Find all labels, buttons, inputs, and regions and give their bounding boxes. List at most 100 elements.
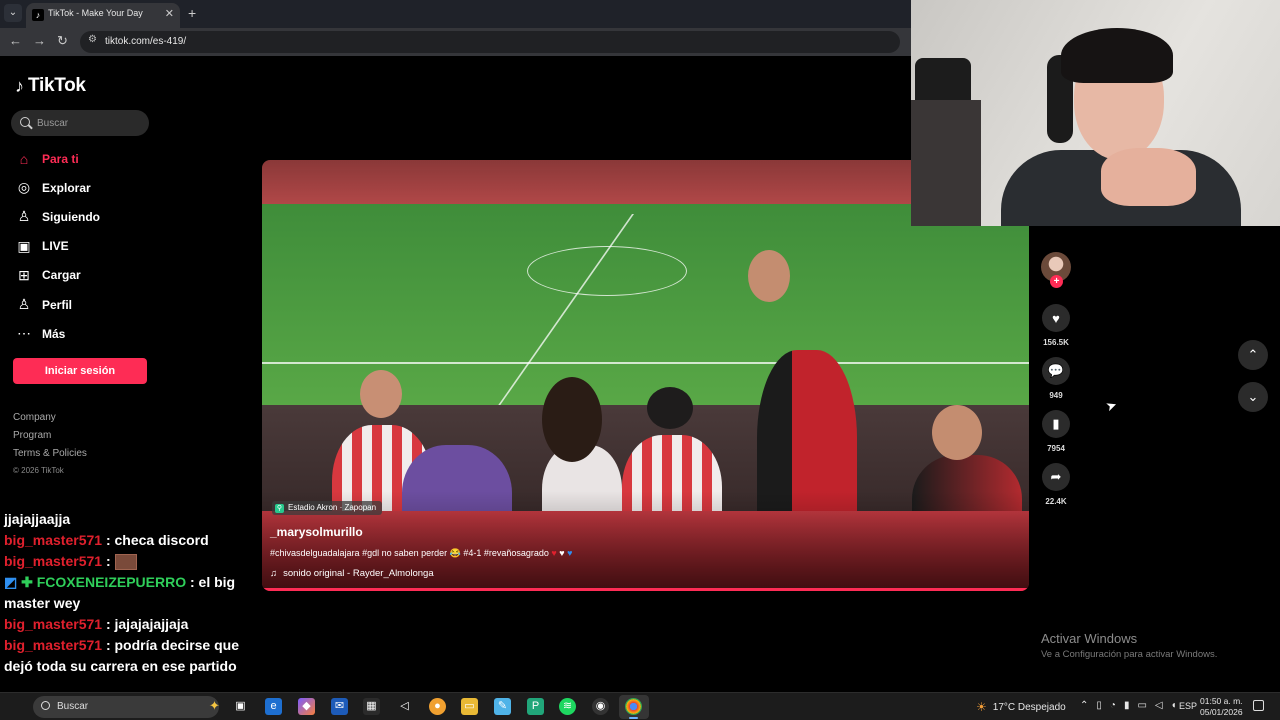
following-icon: ♙ [17, 208, 31, 225]
chat-username: big_master571 [4, 616, 103, 632]
blue-heart-icon: ♥ [567, 548, 573, 558]
comment-action: 💬 949 [1040, 357, 1072, 403]
sidebar-item-cargar[interactable]: ⊞ Cargar [15, 261, 235, 290]
sidebar-item-label: Más [42, 326, 66, 341]
sidebar-item-label: Perfil [42, 297, 73, 312]
search-input[interactable] [37, 114, 145, 132]
video-progress-bar[interactable] [262, 588, 1029, 591]
tab-list-button[interactable]: ⌄ [4, 4, 22, 22]
home-icon: ⌂ [19, 150, 29, 167]
sidebar-item-label: Explorar [42, 180, 91, 195]
obs-icon[interactable]: ◉ [592, 698, 609, 715]
chat-message: ◩ ✚ FCOXENEIZEPUERRO : el big master wey [4, 572, 254, 614]
sidebar-item-label: Siguiendo [42, 209, 100, 224]
weather-widget[interactable]: ☀ 17°C Despejado [976, 700, 1066, 714]
previous-video-chevron-up-icon[interactable]: ⌃ [1238, 340, 1268, 370]
volume-icon[interactable]: ◁ [1155, 700, 1163, 711]
like-count: 156.5K [1043, 338, 1069, 347]
chat-text: : [105, 553, 115, 569]
search-box[interactable] [11, 110, 149, 136]
fan-hair [542, 377, 602, 462]
chrome-icon[interactable] [625, 698, 642, 719]
back-icon[interactable]: ← [9, 33, 22, 48]
location-tag[interactable]: ⚲ Estadio Akron · Zapopan [272, 501, 383, 515]
pycharm-icon[interactable]: P [527, 698, 544, 715]
system-tray: ⌃ ▯ ◔ ▮ ▭ ◁ ◖ [1080, 700, 1177, 711]
windows-activation-watermark: Activar Windows Ve a Configuración para … [1041, 631, 1217, 660]
sidebar-item-siguiendo[interactable]: ♙ Siguiendo [15, 202, 235, 231]
chat-message: big_master571 : jajajajajjaja [4, 614, 254, 635]
sidebar-item-mas[interactable]: ⋯ Más [15, 319, 235, 348]
sound-icon[interactable]: ◖ [1171, 700, 1177, 711]
follow-plus-icon[interactable]: + [1050, 275, 1063, 288]
bookmark-icon[interactable]: ▮ [1042, 410, 1070, 438]
sidebar-item-live[interactable]: ▣ LIVE [15, 232, 235, 261]
close-tab-icon[interactable]: ✕ [165, 7, 174, 20]
site-info-icon[interactable]: ⚙ [88, 34, 97, 45]
fan-head [932, 405, 982, 460]
caption-text: #chivasdelguadalajara #gdl no saben perd… [270, 548, 549, 558]
tiktok-note-icon: ♪ [15, 75, 24, 96]
show-hidden-icons-chevron-icon[interactable]: ⌃ [1080, 700, 1088, 711]
location-pin-icon: ⚲ [275, 503, 284, 513]
tiktok-favicon-icon: ♪ [32, 9, 44, 21]
language-indicator[interactable]: ESP [1179, 701, 1197, 711]
taskbar-search-label: Buscar [57, 701, 89, 712]
location-text: Estadio Akron · Zapopan [288, 503, 377, 512]
fan-head [748, 250, 790, 302]
store-icon[interactable]: ▦ [363, 698, 380, 715]
battery-icon[interactable]: ▯ [1096, 700, 1102, 711]
file-explorer-icon[interactable]: ▭ [461, 698, 478, 715]
next-video-chevron-down-icon[interactable]: ⌄ [1238, 382, 1268, 412]
sidebar-item-para-ti[interactable]: ⌂ Para ti [15, 144, 235, 173]
taskbar-search[interactable]: Buscar ✦ [33, 696, 220, 718]
share-arrow-icon[interactable]: ➦ [1042, 463, 1070, 491]
notepad-icon[interactable]: ✎ [494, 698, 511, 715]
footer-link-terms[interactable]: Terms & Policies [13, 448, 87, 466]
more-icon: ⋯ [17, 325, 31, 342]
tab-title: TikTok - Make Your Day [48, 8, 143, 18]
edge-icon[interactable]: e [265, 698, 282, 715]
clock-time: 01:50 a. m. [1200, 696, 1243, 706]
new-tab-icon[interactable]: + [188, 5, 196, 21]
footer-link-program[interactable]: Program [13, 430, 87, 448]
outlook-icon[interactable]: ✉ [331, 698, 348, 715]
sidebar-item-perfil[interactable]: ♙ Perfil [15, 290, 235, 319]
live-icon: ▣ [17, 237, 31, 254]
vscode-icon[interactable]: ◁ [396, 698, 413, 715]
copilot-icon[interactable]: ◆ [298, 698, 315, 715]
sidebar-item-label: Para ti [42, 151, 79, 166]
video-author[interactable]: _marysolmurillo [270, 525, 363, 539]
weather-sun-icon: ☀ [976, 700, 987, 714]
task-view-icon[interactable]: ▣ [232, 698, 249, 715]
clock-date: 05/01/2026 [1200, 707, 1243, 717]
video-sound[interactable]: ♫ sonido original - Rayder_Almolonga [270, 568, 434, 579]
music-note-icon: ♫ [270, 568, 278, 579]
microphone-icon[interactable]: ▮ [1124, 700, 1130, 711]
chat-username: big_master571 [4, 553, 103, 569]
activation-subtitle: Ve a Configuración para activar Windows. [1041, 649, 1218, 660]
browser-tab[interactable]: ♪ TikTok - Make Your Day ✕ [26, 3, 180, 28]
app-tray-icon[interactable]: ◔ [1110, 700, 1116, 711]
search-icon [20, 117, 30, 127]
chat-username: big_master571 [4, 532, 103, 548]
like-heart-icon[interactable]: ♥ [1042, 304, 1070, 332]
reload-icon[interactable]: ↻ [57, 33, 68, 49]
sidebar-nav: ⌂ Para ti ◎ Explorar ♙ Siguiendo ▣ LIVE … [15, 144, 235, 348]
login-button[interactable]: Iniciar sesión [13, 358, 147, 384]
network-icon[interactable]: ▭ [1137, 700, 1146, 711]
system-clock[interactable]: 01:50 a. m. 05/01/2026 [1200, 696, 1243, 718]
comment-icon[interactable]: 💬 [1042, 357, 1070, 385]
footer-link-company[interactable]: Company [13, 412, 87, 430]
save-count: 7954 [1047, 444, 1065, 453]
upload-icon: ⊞ [18, 266, 30, 283]
sidebar-item-explorar[interactable]: ◎ Explorar [15, 173, 235, 202]
forward-icon[interactable]: → [33, 33, 46, 48]
spotify-icon[interactable]: ≋ [559, 698, 576, 715]
author-avatar[interactable]: + [1041, 252, 1071, 288]
tiktok-logo[interactable]: ♪ TikTok [15, 75, 86, 97]
notification-icon[interactable] [1253, 700, 1264, 711]
app-icon[interactable]: ● [429, 698, 446, 715]
streamer-hand [1101, 148, 1196, 206]
address-bar[interactable]: ⚙ tiktok.com/es-419/ [80, 31, 900, 53]
